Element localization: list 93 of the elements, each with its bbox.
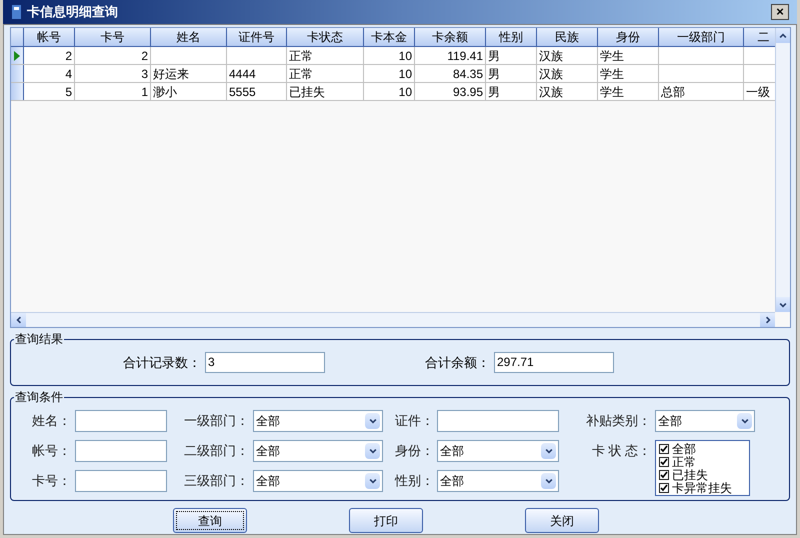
- table-cell: 正常: [287, 65, 364, 82]
- table-cell: 学生: [598, 83, 659, 100]
- window-title: 卡信息明细查询: [27, 3, 119, 22]
- checkbox-label: 卡异常挂失: [672, 482, 732, 494]
- table-cell: 汉族: [537, 47, 598, 64]
- table-cell: 总部: [659, 83, 744, 100]
- field-label: 卡 状 态：: [590, 442, 651, 460]
- column-header[interactable]: 卡号: [75, 28, 151, 46]
- table-cell: 93.95: [415, 83, 486, 100]
- dropdown[interactable]: 全部: [437, 440, 559, 462]
- app-icon: [11, 4, 23, 20]
- field-label: 二级部门：: [183, 442, 249, 460]
- table-cell: 84.35: [415, 65, 486, 82]
- action-button[interactable]: 打印: [349, 508, 423, 533]
- field-label: 姓名：: [31, 412, 71, 430]
- panel-title: 查询条件: [14, 389, 64, 405]
- field-label: 补贴类别：: [585, 412, 651, 430]
- table-cell: 汉族: [537, 65, 598, 82]
- field-label: 卡号：: [31, 472, 71, 490]
- chevron-icon: [544, 446, 554, 456]
- field-label: 三级部门：: [183, 472, 249, 490]
- field-label: 合计余额：: [425, 354, 490, 372]
- column-header[interactable]: 卡状态: [287, 28, 364, 46]
- table-cell: 1: [75, 83, 151, 100]
- chevron-icon: [778, 30, 788, 40]
- chevron-icon: [368, 446, 378, 456]
- table-cell: 4444: [227, 65, 287, 82]
- field-label: 一级部门：: [183, 412, 249, 430]
- table-cell: 4: [24, 65, 75, 82]
- column-header[interactable]: 一级部门: [659, 28, 744, 46]
- field-label: 合计记录数：: [123, 354, 201, 372]
- dropdown[interactable]: 全部: [253, 410, 383, 432]
- table-cell: 正常: [287, 47, 364, 64]
- chevron-icon: [368, 416, 378, 426]
- dropdown[interactable]: 全部: [253, 470, 383, 492]
- vertical-scrollbar[interactable]: [775, 28, 790, 312]
- checkbox-label: 全部: [672, 442, 696, 454]
- table-cell: 10: [364, 47, 415, 64]
- table-cell: 2: [24, 47, 75, 64]
- table-cell: 男: [486, 65, 537, 82]
- column-header[interactable]: 民族: [537, 28, 598, 46]
- chevron-icon: [740, 416, 750, 426]
- dropdown[interactable]: 全部: [437, 470, 559, 492]
- current-row-icon: [14, 50, 20, 60]
- column-header[interactable]: 证件号: [227, 28, 287, 46]
- column-header[interactable]: 卡余额: [415, 28, 486, 46]
- close-button[interactable]: ×: [771, 4, 789, 20]
- checkbox[interactable]: [659, 482, 669, 492]
- checkbox[interactable]: [659, 456, 669, 466]
- field-label: 证件：: [395, 412, 433, 430]
- text-field[interactable]: [75, 440, 167, 462]
- table-cell: 学生: [598, 65, 659, 82]
- checkbox-label: 已挂失: [672, 468, 708, 480]
- table-cell: 119.41: [415, 47, 486, 64]
- table-cell: 学生: [598, 47, 659, 64]
- dropdown[interactable]: 全部: [253, 440, 383, 462]
- action-button[interactable]: 关闭: [525, 508, 599, 533]
- text-field[interactable]: [75, 410, 167, 432]
- field-label: 身份：: [395, 442, 433, 460]
- row-header[interactable]: [11, 65, 24, 82]
- table-cell: 5555: [227, 83, 287, 100]
- table-cell: 2: [75, 47, 151, 64]
- table-cell: 男: [486, 83, 537, 100]
- field-label: 性别：: [395, 472, 433, 490]
- table-cell: 已挂失: [287, 83, 364, 100]
- field-label: 帐号：: [31, 442, 71, 460]
- column-header[interactable]: 卡本金: [364, 28, 415, 46]
- column-header[interactable]: 身份: [598, 28, 659, 46]
- column-header[interactable]: 性别: [486, 28, 537, 46]
- column-header[interactable]: 姓名: [151, 28, 227, 46]
- table-cell: 5: [24, 83, 75, 100]
- text-field[interactable]: [75, 470, 167, 492]
- checkbox-label: 正常: [672, 456, 696, 468]
- table-cell: 10: [364, 65, 415, 82]
- table-cell: 3: [75, 65, 151, 82]
- column-header[interactable]: 帐号: [24, 28, 75, 46]
- checkbox[interactable]: [659, 470, 669, 480]
- table-cell: 10: [364, 83, 415, 100]
- chevron-icon: [368, 476, 378, 486]
- table-cell: 男: [486, 47, 537, 64]
- table-cell: 渺小: [151, 83, 227, 100]
- row-header[interactable]: [11, 83, 24, 100]
- action-button[interactable]: 查询: [173, 508, 247, 533]
- chevron-icon: [544, 476, 554, 486]
- horizontal-scrollbar[interactable]: [11, 312, 775, 327]
- text-field[interactable]: [437, 410, 559, 432]
- table-cell: 汉族: [537, 83, 598, 100]
- row-header[interactable]: [11, 47, 24, 64]
- checkbox[interactable]: [659, 444, 669, 454]
- panel-title: 查询结果: [14, 331, 64, 347]
- dropdown[interactable]: 全部: [655, 410, 755, 432]
- table-cell: 好运来: [151, 65, 227, 82]
- chevron-icon: [14, 315, 24, 325]
